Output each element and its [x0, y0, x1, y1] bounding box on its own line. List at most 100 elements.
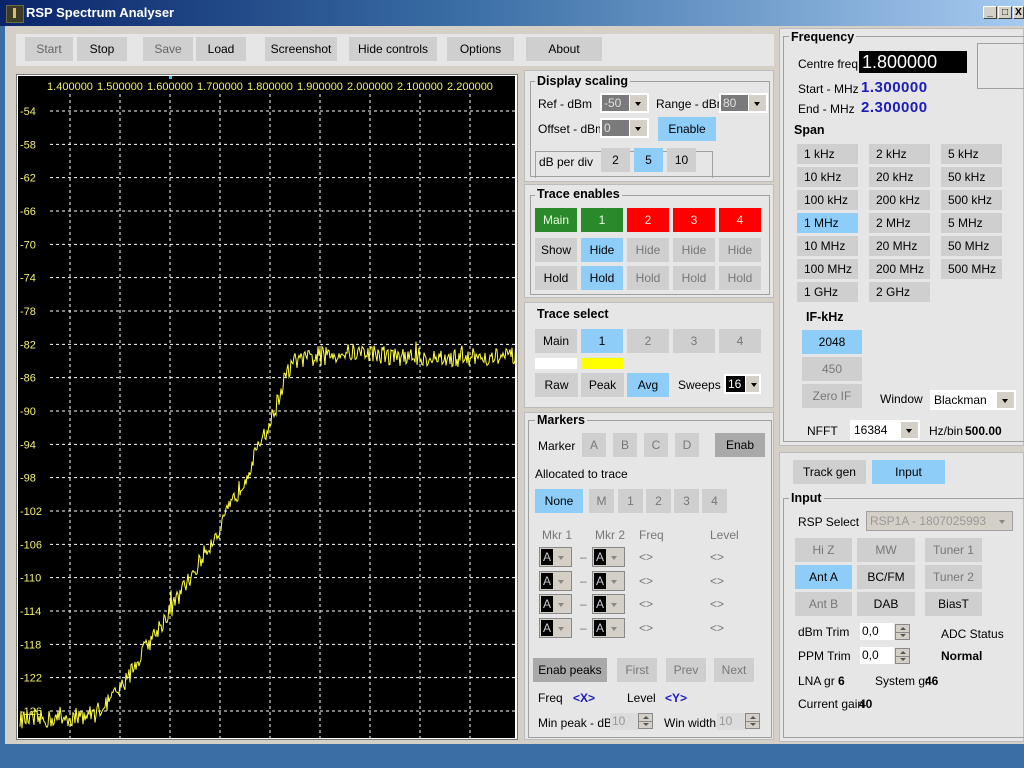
- trace-select-main[interactable]: Main: [535, 329, 577, 353]
- trace-enable-1[interactable]: 1: [581, 208, 623, 232]
- span-option-button[interactable]: 50 kHz: [941, 167, 1002, 187]
- min-peak-input[interactable]: 10: [610, 713, 638, 730]
- next-peak-button[interactable]: Next: [714, 658, 754, 682]
- trace-enable-4[interactable]: 4: [719, 208, 761, 232]
- hide-trace-4-button[interactable]: Hide: [719, 238, 761, 262]
- allocate-3-button[interactable]: 3: [674, 489, 699, 513]
- hide-trace-1-button[interactable]: Hide: [581, 238, 623, 262]
- ref-dbm-select[interactable]: -50: [600, 93, 649, 113]
- load-button[interactable]: Load: [196, 37, 246, 61]
- trace-select-1[interactable]: 1: [581, 329, 623, 353]
- db-per-div-2[interactable]: 2: [601, 148, 630, 172]
- hold-trace-1-button[interactable]: Hold: [581, 266, 623, 290]
- span-option-button[interactable]: 2 kHz: [869, 144, 930, 164]
- trace-select-4[interactable]: 4: [719, 329, 761, 353]
- input-option-button[interactable]: BiasT: [925, 592, 982, 616]
- hold-main-button[interactable]: Hold: [535, 266, 577, 290]
- enable-peaks-button[interactable]: Enab peaks: [533, 658, 607, 682]
- marker-row-mkr1-select[interactable]: A: [539, 617, 572, 638]
- peak-mode-button[interactable]: Peak: [581, 373, 624, 397]
- marker-row-mkr2-select[interactable]: A: [592, 617, 625, 638]
- allocate-main-button[interactable]: M: [589, 489, 614, 513]
- span-option-button[interactable]: 500 kHz: [941, 190, 1002, 210]
- ppm-trim-input[interactable]: 0,0: [860, 647, 894, 664]
- span-option-button[interactable]: 500 MHz: [941, 259, 1002, 279]
- marker-row-mkr1-select[interactable]: A: [539, 594, 572, 614]
- input-option-button[interactable]: Ant B: [795, 592, 852, 616]
- allocate-4-button[interactable]: 4: [702, 489, 727, 513]
- hold-trace-2-button[interactable]: Hold: [627, 266, 669, 290]
- dbm-trim-spinner[interactable]: [895, 624, 910, 640]
- dbm-trim-input[interactable]: 0,0: [860, 623, 894, 640]
- marker-row-mkr2-select[interactable]: A: [592, 570, 625, 591]
- trace-enable-main[interactable]: Main: [535, 208, 577, 232]
- if-450-button[interactable]: 450: [802, 357, 862, 381]
- span-option-button[interactable]: 200 MHz: [869, 259, 930, 279]
- marker-b-button[interactable]: B: [613, 433, 637, 457]
- input-tab[interactable]: Input: [872, 460, 945, 484]
- screenshot-button[interactable]: Screenshot: [265, 37, 337, 61]
- span-option-button[interactable]: 20 kHz: [869, 167, 930, 187]
- marker-c-button[interactable]: C: [644, 433, 668, 457]
- save-button[interactable]: Save: [143, 37, 193, 61]
- span-option-button[interactable]: 10 MHz: [797, 236, 858, 256]
- input-option-button[interactable]: Tuner 2: [925, 565, 982, 589]
- offset-dbm-select[interactable]: 0: [600, 118, 649, 138]
- hide-trace-3-button[interactable]: Hide: [673, 238, 715, 262]
- marker-row-mkr1-select[interactable]: A: [539, 547, 572, 567]
- track-gen-tab[interactable]: Track gen: [793, 460, 866, 484]
- input-option-button[interactable]: DAB: [857, 592, 915, 616]
- if-2048-button[interactable]: 2048: [802, 330, 862, 354]
- sweeps-select[interactable]: 16: [724, 374, 761, 394]
- trace-select-2[interactable]: 2: [627, 329, 669, 353]
- avg-mode-button[interactable]: Avg: [627, 373, 669, 397]
- marker-row-mkr2-select[interactable]: A: [592, 594, 625, 614]
- marker-a-button[interactable]: A: [582, 433, 606, 457]
- about-button[interactable]: About: [526, 37, 602, 61]
- stop-button[interactable]: Stop: [77, 37, 127, 61]
- window-function-select[interactable]: Blackman: [930, 390, 1016, 410]
- ppm-trim-spinner[interactable]: [895, 648, 910, 664]
- hide-trace-2-button[interactable]: Hide: [627, 238, 669, 262]
- raw-mode-button[interactable]: Raw: [535, 373, 578, 397]
- span-option-button[interactable]: 5 kHz: [941, 144, 1002, 164]
- zero-if-button[interactable]: Zero IF: [802, 384, 862, 408]
- input-option-button[interactable]: Ant A: [795, 565, 852, 589]
- marker-d-button[interactable]: D: [675, 433, 699, 457]
- win-width-input[interactable]: 10: [717, 713, 745, 730]
- enable-scaling-button[interactable]: Enable: [658, 117, 716, 141]
- win-width-spinner[interactable]: [745, 713, 760, 729]
- span-option-button[interactable]: 2 GHz: [869, 282, 930, 302]
- span-option-button[interactable]: 50 MHz: [941, 236, 1002, 256]
- span-option-button[interactable]: 1 MHz: [797, 213, 858, 233]
- minimize-button[interactable]: _: [983, 6, 997, 19]
- span-option-button[interactable]: 200 kHz: [869, 190, 930, 210]
- span-option-button[interactable]: 1 GHz: [797, 282, 858, 302]
- hold-trace-3-button[interactable]: Hold: [673, 266, 715, 290]
- first-peak-button[interactable]: First: [617, 658, 657, 682]
- marker-row-mkr1-select[interactable]: A: [539, 570, 572, 591]
- allocate-1-button[interactable]: 1: [618, 489, 643, 513]
- input-option-button[interactable]: BC/FM: [857, 565, 915, 589]
- span-option-button[interactable]: 2 MHz: [869, 213, 930, 233]
- db-per-div-5[interactable]: 5: [634, 148, 663, 172]
- allocate-none-button[interactable]: None: [535, 489, 583, 513]
- centre-freq-input[interactable]: 1.800000: [859, 51, 967, 73]
- range-dbm-select[interactable]: 80: [719, 93, 768, 113]
- rsp-select-dropdown[interactable]: RSP1A - 1807025993: [866, 511, 1013, 531]
- hide-controls-button[interactable]: Hide controls: [349, 37, 437, 61]
- start-button[interactable]: Start: [25, 37, 73, 61]
- span-option-button[interactable]: 100 MHz: [797, 259, 858, 279]
- span-option-button[interactable]: 5 MHz: [941, 213, 1002, 233]
- span-option-button[interactable]: 100 kHz: [797, 190, 858, 210]
- trace-select-3[interactable]: 3: [673, 329, 715, 353]
- marker-enable-button[interactable]: Enab: [715, 433, 765, 457]
- span-option-button[interactable]: 1 kHz: [797, 144, 858, 164]
- close-button[interactable]: X: [1013, 6, 1024, 19]
- options-button[interactable]: Options: [447, 37, 514, 61]
- min-peak-spinner[interactable]: [638, 713, 653, 729]
- nfft-select[interactable]: 16384: [850, 420, 920, 440]
- trace-enable-2[interactable]: 2: [627, 208, 669, 232]
- input-option-button[interactable]: Hi Z: [795, 538, 852, 562]
- hold-trace-4-button[interactable]: Hold: [719, 266, 761, 290]
